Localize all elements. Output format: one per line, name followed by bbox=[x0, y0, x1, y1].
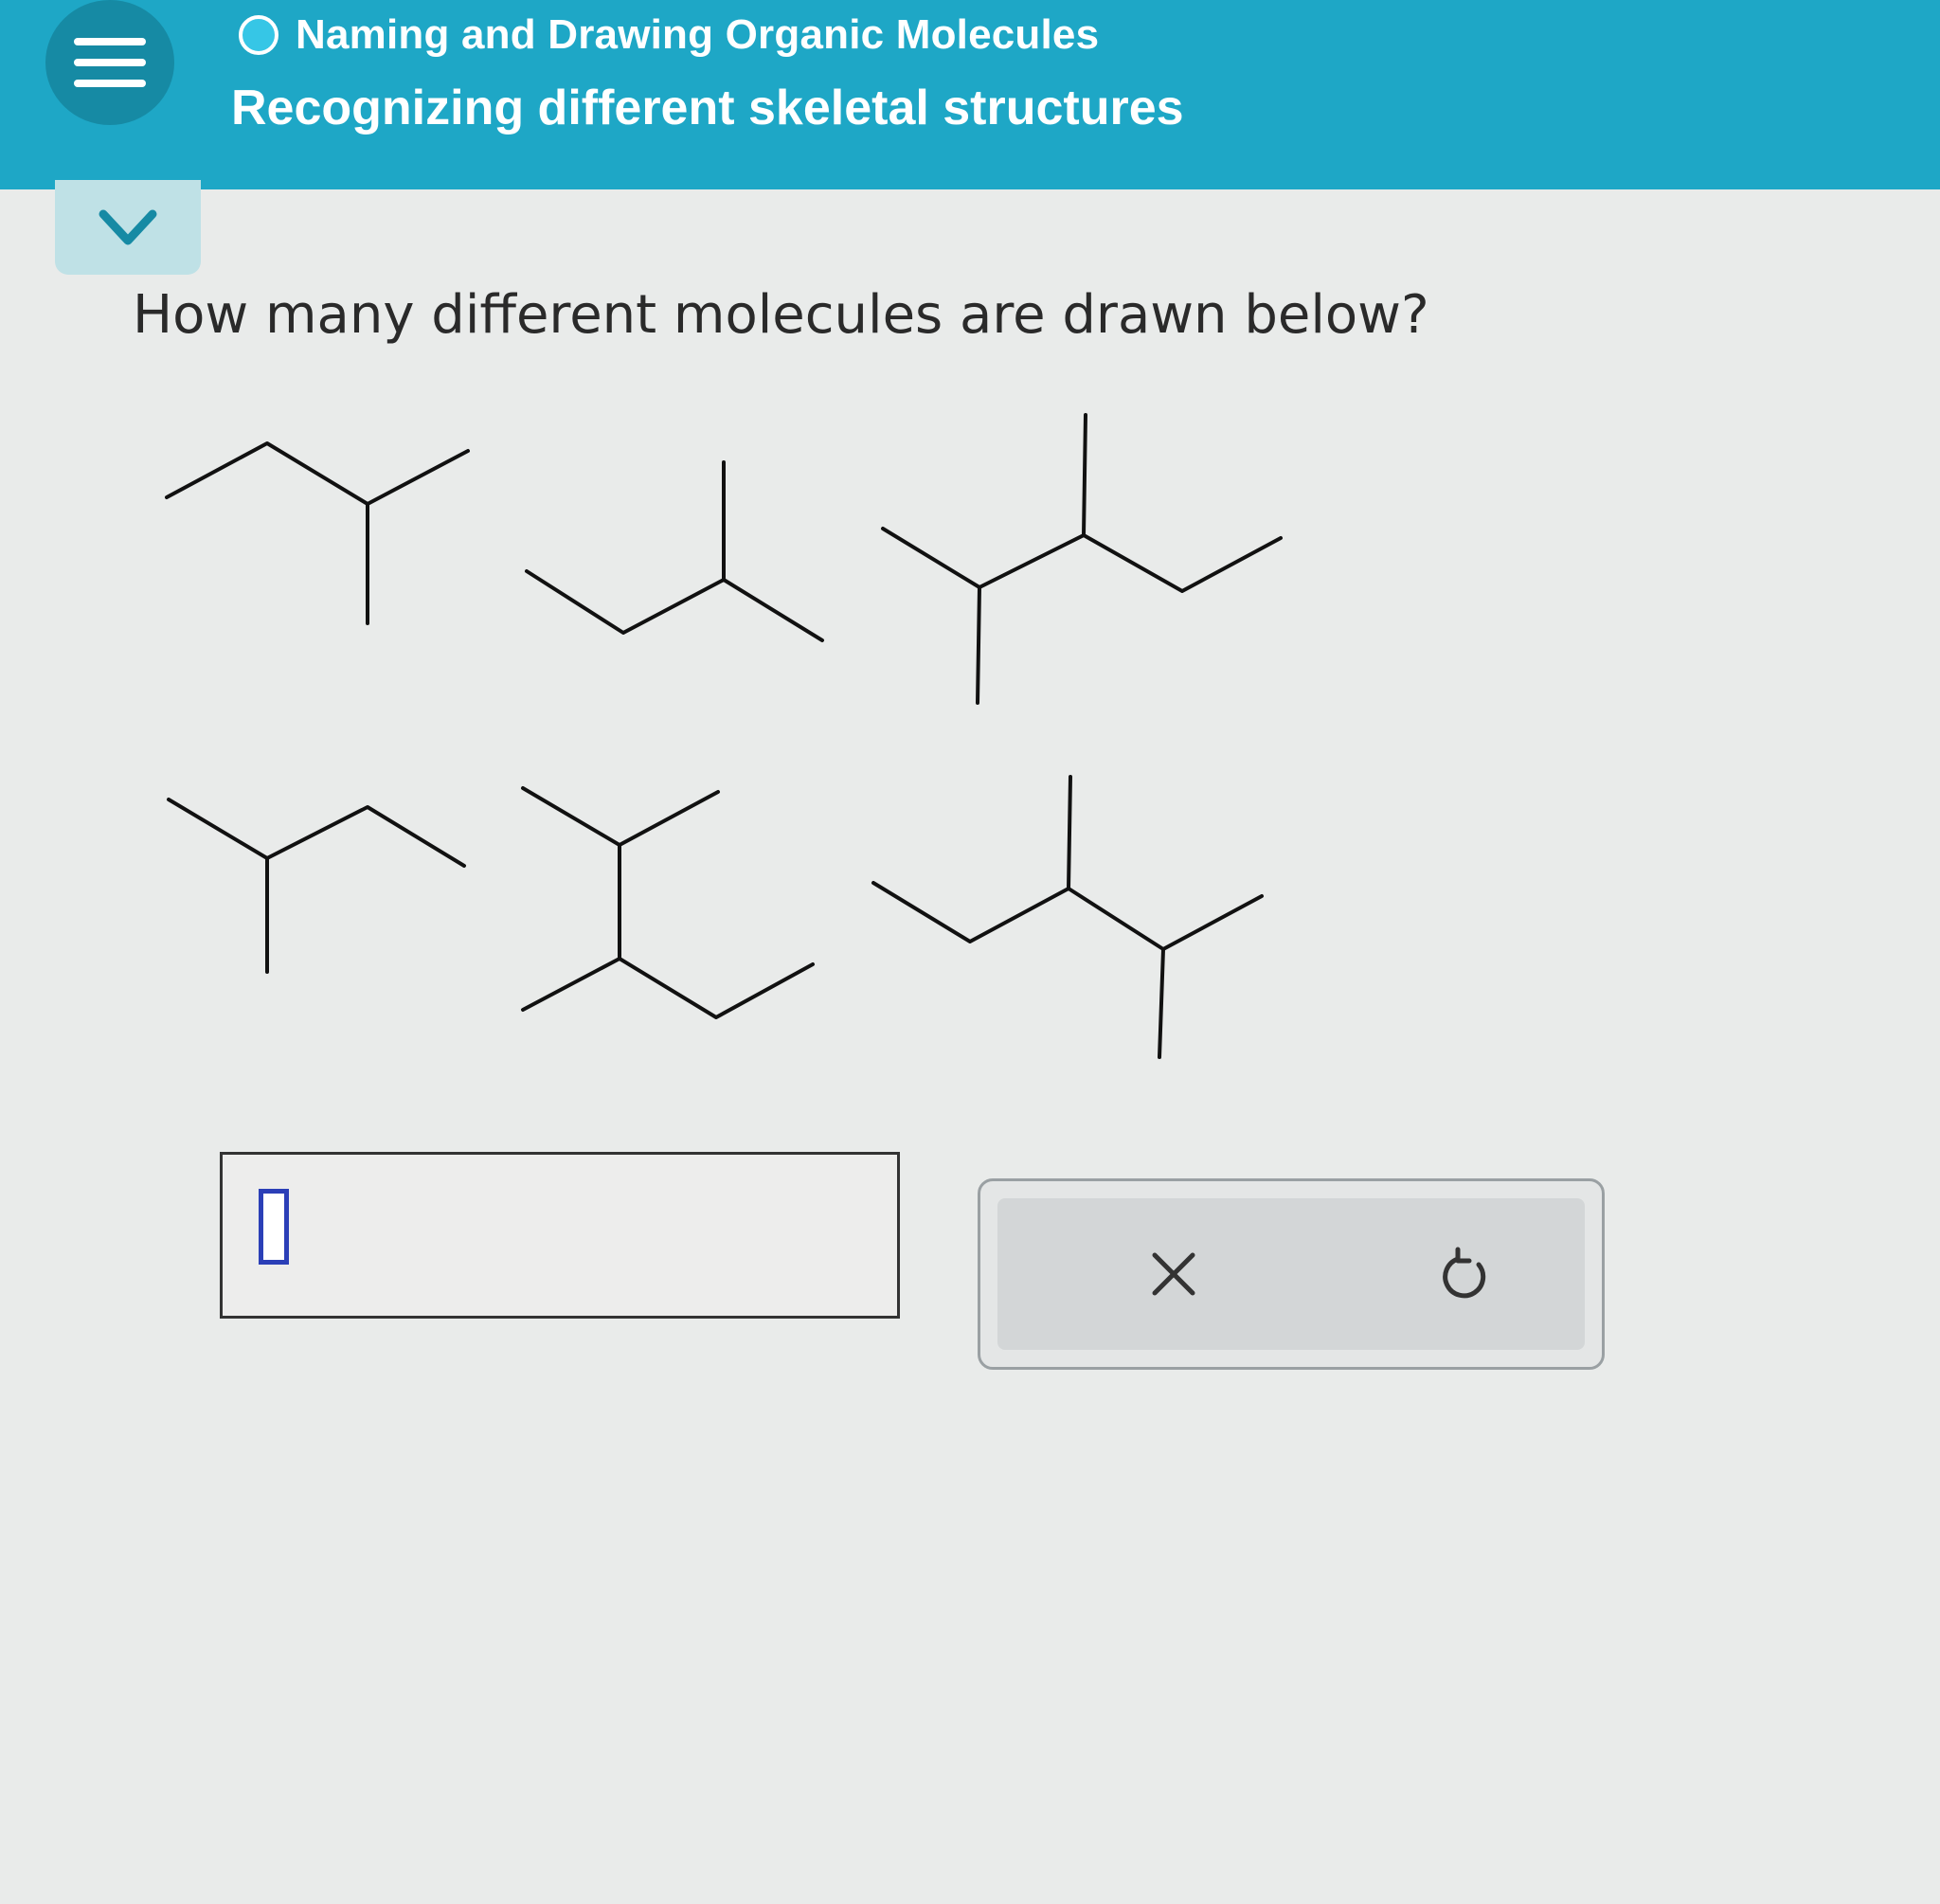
answer-input[interactable] bbox=[220, 1152, 900, 1319]
molecule-drawings bbox=[165, 413, 1283, 1059]
clear-answer-button[interactable] bbox=[1126, 1227, 1221, 1321]
undo-button[interactable] bbox=[1418, 1227, 1513, 1321]
answer-tools-panel bbox=[978, 1178, 1605, 1370]
molecule-1 bbox=[165, 441, 470, 625]
x-icon bbox=[1152, 1252, 1195, 1296]
undo-icon bbox=[1443, 1247, 1486, 1299]
answer-tools-inner bbox=[997, 1198, 1585, 1350]
molecule-4 bbox=[167, 798, 466, 974]
molecule-3 bbox=[881, 413, 1283, 705]
molecule-2 bbox=[525, 460, 824, 642]
molecule-5 bbox=[521, 786, 815, 1019]
input-cursor bbox=[259, 1189, 289, 1265]
molecule-6 bbox=[871, 775, 1264, 1059]
